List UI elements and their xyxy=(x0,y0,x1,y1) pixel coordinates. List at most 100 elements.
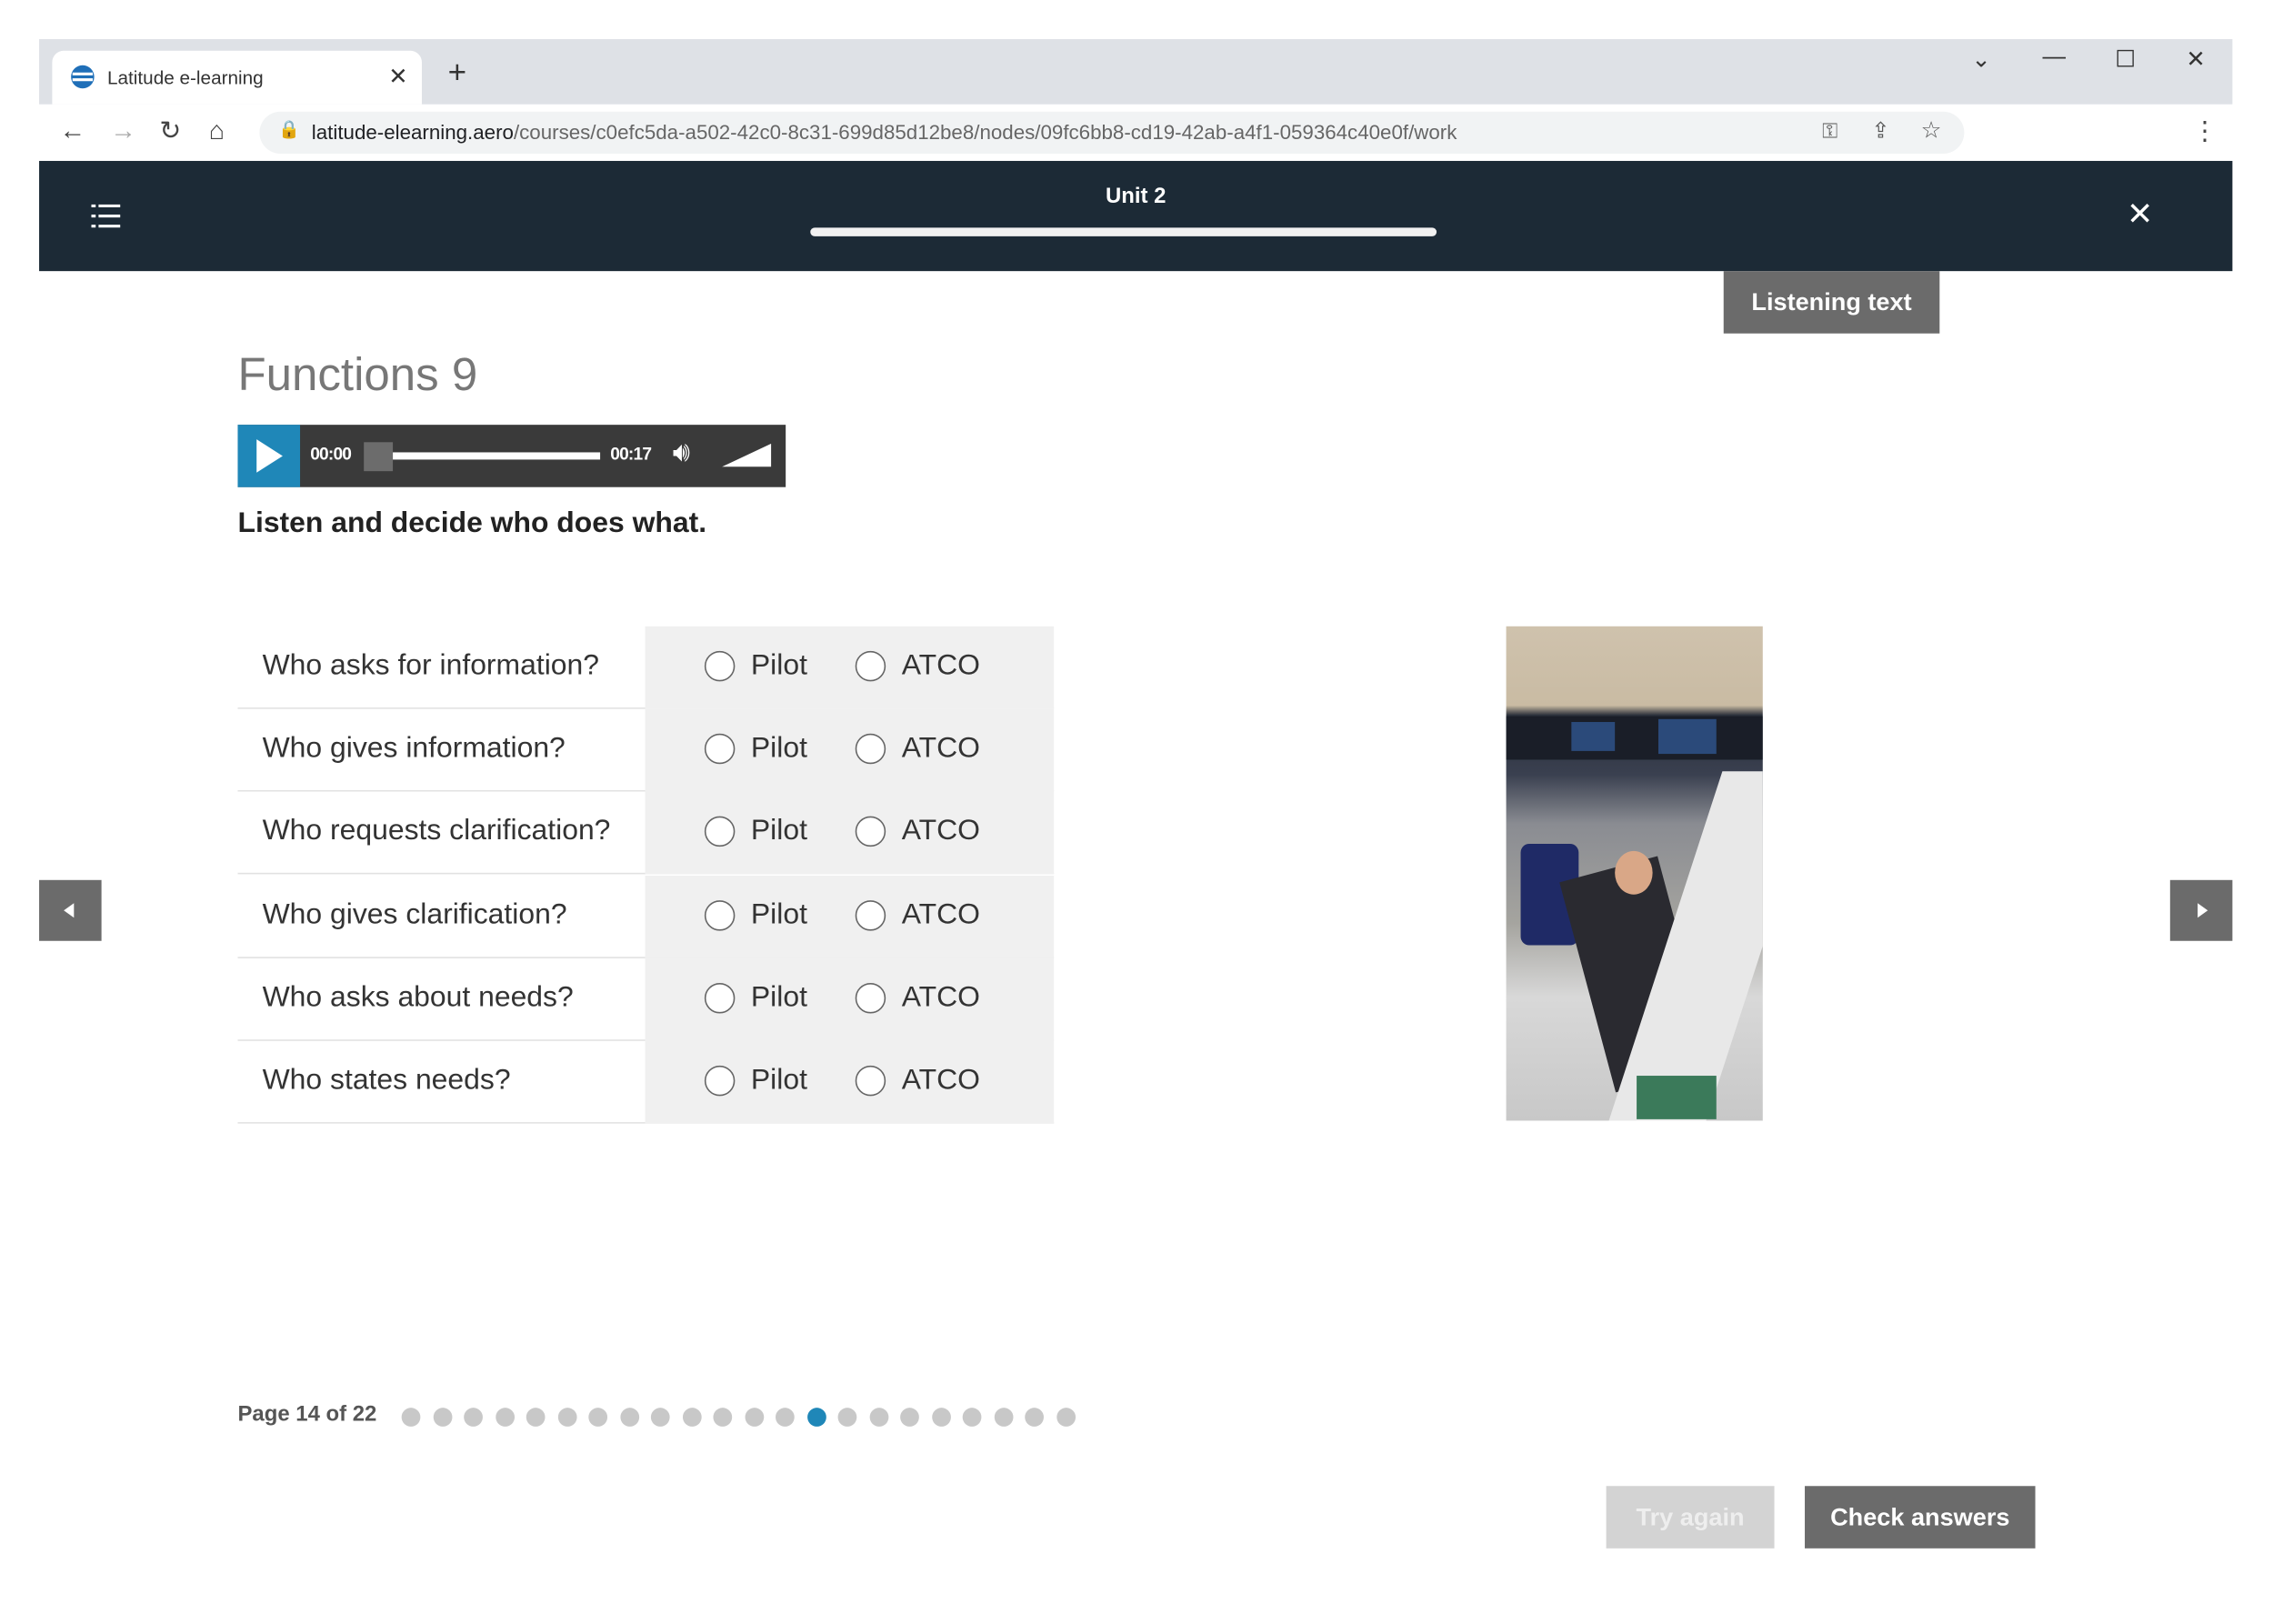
page-dot[interactable] xyxy=(837,1408,857,1427)
question-row: Who asks for information? Pilot ATCO xyxy=(237,626,1055,709)
maximize-icon[interactable]: ☐ xyxy=(2115,45,2136,74)
page-dot[interactable] xyxy=(1025,1408,1044,1427)
url-host: latitude-elearning.aero xyxy=(311,120,514,144)
page-dot[interactable] xyxy=(868,1408,888,1427)
volume-slider[interactable] xyxy=(722,443,772,467)
radio-atco[interactable] xyxy=(855,650,886,682)
radio-atco[interactable] xyxy=(855,982,886,1014)
url-path: /courses/c0efc5da-a502-42c0-8c31-699d85d… xyxy=(513,120,1457,144)
key-icon[interactable]: ⚿ xyxy=(1822,119,1837,144)
browser-toolbar: ← → ↻ ⌂ 🔒 latitude-elearning.aero/course… xyxy=(39,104,2233,161)
course-header: Unit 2 ✕ xyxy=(39,160,2233,272)
lock-icon: 🔒 xyxy=(278,118,300,140)
audio-player: 00:00 00:17 🔊︎ xyxy=(237,425,786,487)
radio-atco[interactable] xyxy=(855,899,886,930)
try-again-button[interactable]: Try again xyxy=(1606,1486,1775,1549)
browser-tab-bar: Latitude e-learning ✕ + ⌄ — ☐ ✕ xyxy=(39,39,2233,105)
option-label: ATCO xyxy=(901,649,980,682)
new-tab-icon[interactable]: + xyxy=(448,54,467,91)
radio-atco[interactable] xyxy=(855,817,886,847)
close-window-icon[interactable]: ✕ xyxy=(2186,45,2205,74)
bookmark-star-icon[interactable]: ☆ xyxy=(1921,116,1942,145)
caret-right-icon xyxy=(2198,903,2208,918)
page-dot[interactable] xyxy=(401,1408,421,1427)
close-course-icon[interactable]: ✕ xyxy=(2127,195,2153,233)
answer-options: Pilot ATCO xyxy=(645,708,1055,792)
latitude-logo-icon xyxy=(71,65,95,89)
option-label: Pilot xyxy=(750,897,807,930)
answer-options: Pilot ATCO xyxy=(645,957,1055,1041)
previous-page-button[interactable] xyxy=(39,879,102,941)
instruction: Listen and decide who does what. xyxy=(237,507,707,540)
minimize-icon[interactable]: — xyxy=(2043,45,2067,71)
question-text: Who asks for information? xyxy=(262,649,600,682)
page-dot[interactable] xyxy=(464,1408,483,1427)
reload-icon[interactable]: ↻ xyxy=(159,116,181,146)
page-dot[interactable] xyxy=(744,1408,764,1427)
option-label: Pilot xyxy=(750,981,807,1014)
page-dot[interactable] xyxy=(619,1408,639,1427)
answer-options: Pilot ATCO xyxy=(645,792,1055,876)
option-label: Pilot xyxy=(750,649,807,682)
radio-pilot[interactable] xyxy=(704,817,736,847)
page-dot[interactable] xyxy=(682,1408,701,1427)
play-button[interactable] xyxy=(237,425,301,487)
page-dot[interactable] xyxy=(993,1408,1013,1427)
forward-icon[interactable]: → xyxy=(110,116,136,146)
audio-seek-handle[interactable] xyxy=(364,442,394,472)
page-dot[interactable] xyxy=(557,1408,576,1427)
next-page-button[interactable] xyxy=(2169,879,2233,941)
page-dot[interactable] xyxy=(931,1408,951,1427)
audio-duration: 00:17 xyxy=(610,443,652,465)
audio-current-time: 00:00 xyxy=(310,443,352,465)
home-icon[interactable]: ⌂ xyxy=(209,116,225,146)
page-dot[interactable] xyxy=(432,1408,452,1427)
page-dot[interactable] xyxy=(495,1408,515,1427)
check-answers-button[interactable]: Check answers xyxy=(1805,1486,2036,1549)
option-label: Pilot xyxy=(750,1064,807,1097)
page-dot[interactable] xyxy=(776,1408,795,1427)
tab-close-icon[interactable]: ✕ xyxy=(388,63,407,92)
question-row: Who states needs? Pilot ATCO xyxy=(237,1040,1055,1124)
page-dot[interactable] xyxy=(588,1408,608,1427)
atc-room-photo xyxy=(1506,626,1763,1121)
audio-seek-track[interactable] xyxy=(393,452,601,460)
page-title: Functions 9 xyxy=(237,347,478,401)
question-text: Who gives clarification? xyxy=(262,897,567,930)
question-row: Who asks about needs? Pilot ATCO xyxy=(237,957,1055,1041)
page-dot[interactable] xyxy=(900,1408,919,1427)
option-label: ATCO xyxy=(901,981,980,1014)
back-icon[interactable]: ← xyxy=(59,116,85,146)
caret-left-icon xyxy=(64,903,75,918)
question-row: Who requests clarification? Pilot ATCO xyxy=(237,792,1055,876)
option-label: ATCO xyxy=(901,897,980,930)
radio-pilot[interactable] xyxy=(704,982,736,1014)
option-label: ATCO xyxy=(901,732,980,765)
page-dot[interactable] xyxy=(962,1408,982,1427)
answer-options: Pilot ATCO xyxy=(645,626,1055,709)
address-bar[interactable]: 🔒 latitude-elearning.aero/courses/c0efc5… xyxy=(259,111,1965,155)
page-dot[interactable] xyxy=(713,1408,733,1427)
option-label: ATCO xyxy=(901,815,980,847)
radio-pilot[interactable] xyxy=(704,734,736,765)
page-dot[interactable] xyxy=(526,1408,546,1427)
radio-atco[interactable] xyxy=(855,734,886,765)
page-dot[interactable] xyxy=(806,1408,826,1427)
browser-tab[interactable]: Latitude e-learning ✕ xyxy=(52,50,422,105)
page-dot[interactable] xyxy=(1056,1408,1076,1427)
tab-search-icon[interactable]: ⌄ xyxy=(1971,45,1990,74)
radio-pilot[interactable] xyxy=(704,650,736,682)
radio-atco[interactable] xyxy=(855,1065,886,1097)
question-row: Who gives information? Pilot ATCO xyxy=(237,708,1055,792)
page-dot[interactable] xyxy=(650,1408,670,1427)
browser-menu-icon[interactable]: ⋮ xyxy=(2192,116,2218,146)
volume-icon[interactable]: 🔊︎ xyxy=(673,438,690,470)
unit-progress-bar xyxy=(810,227,1437,236)
tab-title: Latitude e-learning xyxy=(106,66,264,89)
radio-pilot[interactable] xyxy=(704,1065,736,1097)
radio-pilot[interactable] xyxy=(704,899,736,930)
answer-options: Pilot ATCO xyxy=(645,1040,1055,1124)
listening-text-button[interactable]: Listening text xyxy=(1723,271,1940,334)
share-icon[interactable]: ⇪ xyxy=(1871,117,1889,144)
option-label: Pilot xyxy=(750,732,807,765)
